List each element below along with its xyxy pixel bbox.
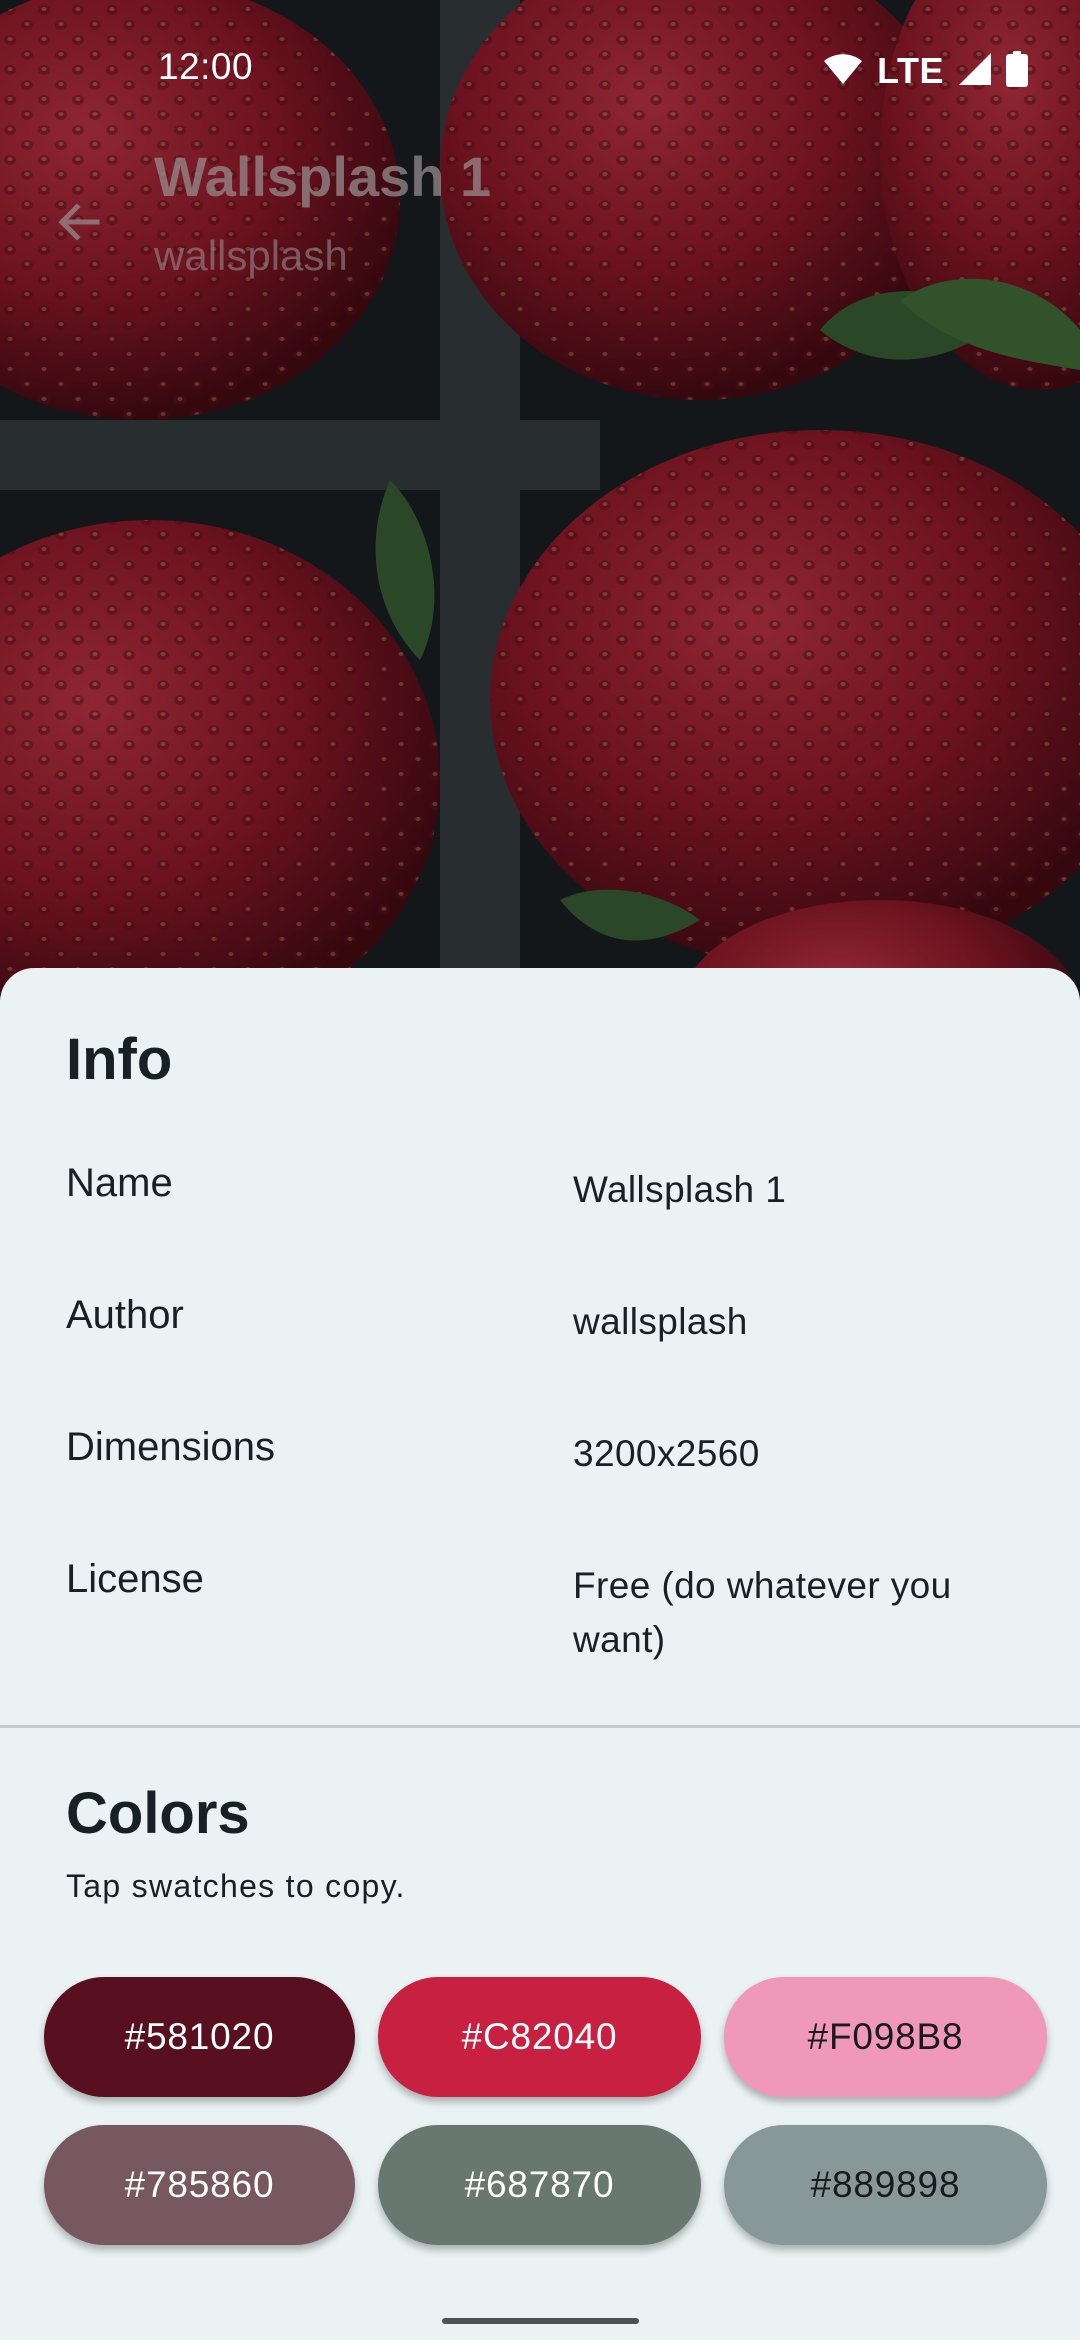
- gesture-nav-handle[interactable]: [442, 2318, 639, 2324]
- color-swatch[interactable]: #581020: [44, 1977, 355, 2097]
- info-label: Name: [66, 1161, 173, 1205]
- status-time: 12:00: [158, 46, 254, 87]
- color-swatch[interactable]: #889898: [724, 2125, 1047, 2245]
- info-bottom-sheet[interactable]: Info Name Wallsplash 1 Author wallsplash…: [0, 968, 1080, 2340]
- info-value: wallsplash: [573, 1301, 748, 1342]
- color-swatch[interactable]: #785860: [44, 2125, 355, 2245]
- status-bar: 12:00 LTE: [0, 0, 1080, 140]
- color-swatch[interactable]: #C82040: [378, 1977, 701, 2097]
- info-heading: Info: [66, 1027, 173, 1092]
- info-label: Dimensions: [66, 1425, 275, 1469]
- wifi-icon: [823, 53, 863, 90]
- colors-heading: Colors: [66, 1781, 250, 1846]
- battery-icon: [1006, 50, 1028, 92]
- color-swatch[interactable]: #687870: [378, 2125, 701, 2245]
- top-app-bar: Wallsplash 1 wallsplash: [0, 140, 1080, 300]
- network-type: LTE: [877, 50, 944, 91]
- cell-signal-icon: [958, 52, 992, 91]
- info-value: Free (do whatever you want): [573, 1565, 952, 1660]
- color-swatch[interactable]: #F098B8: [724, 1977, 1047, 2097]
- section-divider: [0, 1725, 1080, 1728]
- back-button[interactable]: [42, 188, 114, 260]
- app-bar-title: Wallsplash 1: [154, 145, 492, 208]
- info-label: License: [66, 1557, 204, 1601]
- info-value: Wallsplash 1: [573, 1169, 787, 1210]
- status-icons: LTE: [823, 50, 1028, 92]
- app-bar-subtitle: wallsplash: [154, 232, 348, 279]
- arrow-back-icon: [53, 197, 103, 252]
- info-label: Author: [66, 1293, 184, 1337]
- colors-hint: Tap swatches to copy.: [66, 1868, 406, 1904]
- info-value: 3200x2560: [573, 1433, 760, 1474]
